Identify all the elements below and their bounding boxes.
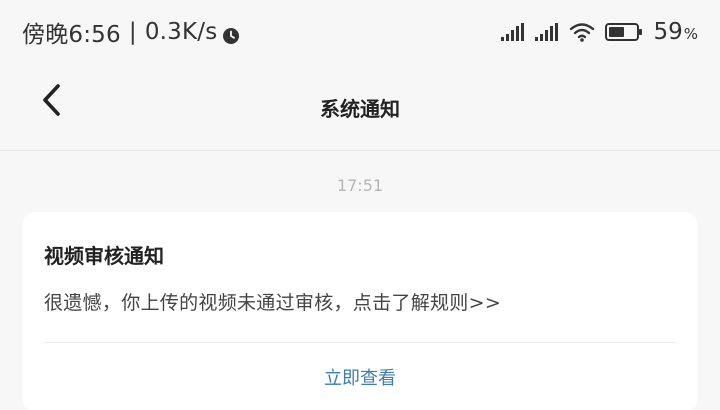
wifi-icon — [569, 22, 595, 42]
battery-percentage: 59% — [653, 19, 698, 45]
nav-bar: 系统通知 — [0, 64, 720, 151]
view-now-button[interactable]: 立即查看 — [22, 364, 698, 390]
chevron-left-icon — [41, 83, 63, 121]
status-separator: | — [128, 19, 137, 45]
signal-icon — [501, 23, 525, 41]
status-time: 傍晚6:56 — [22, 22, 121, 48]
notification-card[interactable]: 视频审核通知 很遗憾，你上传的视频未通过审核，点击了解规则>> 立即查看 — [22, 212, 698, 410]
back-button[interactable] — [32, 82, 72, 122]
status-bar: 傍晚6:56 | 0.3K/s 59 % — [0, 0, 720, 64]
notification-title: 视频审核通知 — [44, 244, 164, 268]
status-right: 59% — [501, 19, 698, 45]
network-speed: 0.3K/s — [144, 19, 218, 45]
battery-unit: % — [683, 25, 698, 43]
status-left: 傍晚6:56 | 0.3K/s — [22, 15, 240, 49]
battery-icon — [605, 22, 643, 42]
notification-body[interactable]: 很遗憾，你上传的视频未通过审核，点击了解规则>> — [44, 288, 501, 315]
signal-icon-2 — [535, 23, 559, 41]
card-divider — [44, 342, 676, 343]
clock-icon — [223, 24, 240, 44]
screen: 傍晚6:56 | 0.3K/s 59 % 系统通知 17:51 视频审核通知 很… — [0, 0, 720, 410]
page-title: 系统通知 — [320, 96, 400, 121]
battery-value: 59 — [653, 19, 683, 45]
message-timestamp: 17:51 — [336, 176, 384, 195]
